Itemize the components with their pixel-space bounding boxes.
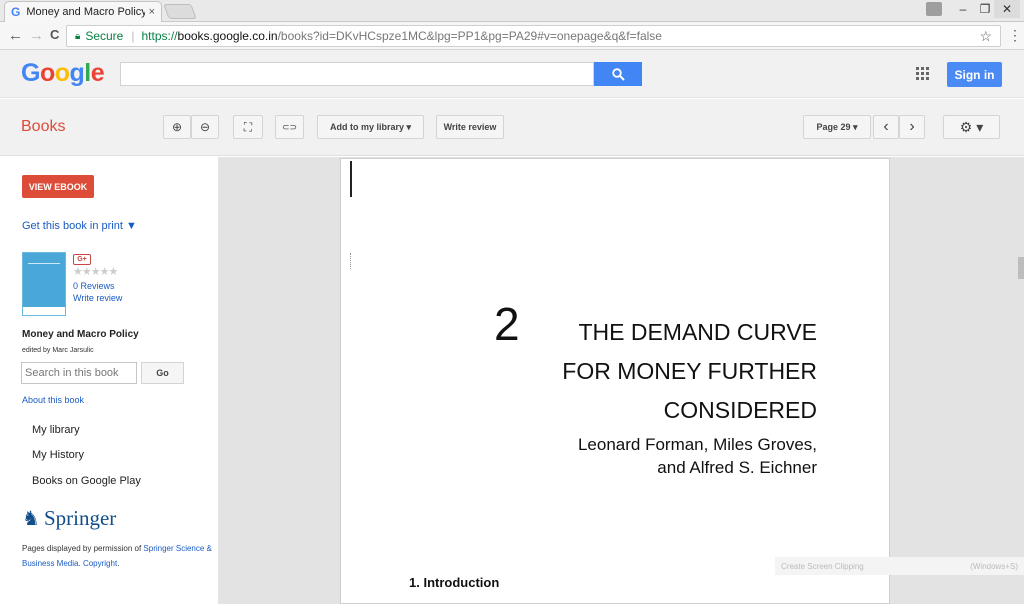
springer-logo[interactable]: ♞ Springer <box>22 506 116 531</box>
browser-tab[interactable]: G Money and Macro Policy × <box>4 1 162 22</box>
search-input[interactable] <box>120 62 594 86</box>
reviews-link[interactable]: 0 Reviews <box>73 281 115 291</box>
tab-title: Money and Macro Policy <box>26 6 145 18</box>
about-this-book-link[interactable]: About this book <box>22 395 84 405</box>
page-select[interactable]: Page 29 ▾ <box>803 115 871 139</box>
page-scan-mark <box>350 253 352 269</box>
books-title[interactable]: Books <box>21 118 65 136</box>
tab-close-icon[interactable]: × <box>149 6 155 18</box>
url-host: books.google.co.in <box>177 29 278 43</box>
prev-page-button[interactable]: ‹ <box>873 115 899 139</box>
link-button[interactable]: ⊂⊃ <box>275 115 304 139</box>
google-header: Google Sign in <box>0 50 1024 98</box>
url-path: /books?id=DKvHCspze1MC&lpg=PP1&pg=PA29#v… <box>277 29 662 43</box>
google-logo-letter: o <box>39 59 55 87</box>
book-editor: edited by Marc Jarsulic <box>22 347 94 354</box>
settings-button[interactable]: ⚙ ▾ <box>943 115 1000 139</box>
chapter-title-line-1: THE DEMAND CURVE <box>578 319 817 345</box>
back-icon[interactable]: ← <box>8 27 23 44</box>
browser-tab-strip: G Money and Macro Policy × – ❐ ✕ <box>0 0 1024 22</box>
search-in-book-input[interactable]: Search in this book <box>21 362 137 384</box>
zoom-out-button[interactable]: ⊖ <box>191 115 219 139</box>
search-icon <box>611 67 625 81</box>
fullscreen-button[interactable]: ⛶ <box>233 115 263 139</box>
url-protocol: https:// <box>141 29 178 43</box>
search-go-button[interactable]: Go <box>141 362 184 384</box>
google-logo[interactable]: Google <box>21 59 105 88</box>
book-reader[interactable]: 2 THE DEMAND CURVE FOR MONEY FURTHER CON… <box>218 157 1024 604</box>
section-heading: 1. Introduction <box>409 575 500 590</box>
authors-line-2: and Alfred S. Eichner <box>657 458 817 477</box>
bookmark-star-icon[interactable]: ☆ <box>979 28 992 45</box>
sign-in-button[interactable]: Sign in <box>947 62 1002 87</box>
view-ebook-button[interactable]: VIEW EBOOK <box>22 175 94 198</box>
get-book-in-print-link[interactable]: Get this book in print ▼ <box>22 220 137 232</box>
chapter-title-line-2: FOR MONEY FURTHER <box>562 358 817 384</box>
lock-icon: 🔒︎ <box>75 30 81 42</box>
reload-icon[interactable]: C <box>50 27 59 42</box>
authors-line-1: Leonard Forman, Miles Groves, <box>577 435 817 454</box>
google-logo-letter: g <box>69 59 85 87</box>
book-sidebar: VIEW EBOOK Get this book in print ▼ G+ ★… <box>0 157 218 604</box>
zoom-in-button[interactable]: ⊕ <box>163 115 191 139</box>
google-logo-letter: o <box>54 59 70 87</box>
browser-menu-icon[interactable]: ⋮ <box>1008 27 1022 44</box>
chapter-title-line-3: CONSIDERED <box>663 397 817 423</box>
close-window-button[interactable]: ✕ <box>994 0 1020 18</box>
copyright-link[interactable]: Copyright <box>83 559 117 568</box>
book-title: Money and Macro Policy <box>22 329 139 340</box>
rating-stars[interactable]: ★★★★★ <box>73 265 118 278</box>
google-logo-letter: e <box>90 59 105 87</box>
book-page: 2 THE DEMAND CURVE FOR MONEY FURTHER CON… <box>340 158 890 604</box>
permission-notice: Pages displayed by permission of Springe… <box>22 544 212 568</box>
secure-label: Secure <box>85 29 124 43</box>
write-review-link[interactable]: Write review <box>73 293 122 303</box>
reader-scrollbar[interactable] <box>1018 257 1024 279</box>
next-page-button[interactable]: › <box>899 115 925 139</box>
google-favicon-icon: G <box>11 5 21 19</box>
search-button[interactable] <box>594 62 642 86</box>
forward-icon[interactable]: → <box>29 27 44 44</box>
profile-icon[interactable] <box>926 2 942 16</box>
book-cover-thumbnail[interactable] <box>22 252 66 316</box>
chapter-number: 2 <box>494 298 520 350</box>
books-toolbar: Books ⊕ ⊖ ⛶ ⊂⊃ Add to my library ▾ Write… <box>0 99 1024 156</box>
springer-horse-icon: ♞ <box>22 508 40 530</box>
my-history-link[interactable]: My History <box>32 449 84 461</box>
clipping-shortcut: (Windows+S) <box>970 561 1018 571</box>
add-to-library-button[interactable]: Add to my library ▾ <box>317 115 424 139</box>
url-separator: | <box>131 29 135 43</box>
write-review-button[interactable]: Write review <box>436 115 504 139</box>
books-on-google-play-link[interactable]: Books on Google Play <box>32 475 141 487</box>
apps-grid-icon[interactable] <box>916 67 929 80</box>
google-plus-button[interactable]: G+ <box>73 254 91 265</box>
clipping-label: Create Screen Clipping <box>781 561 864 571</box>
my-library-link[interactable]: My library <box>32 424 80 436</box>
screen-clipping-hint: Create Screen Clipping (Windows+S) <box>775 557 1024 575</box>
page-margin-mark <box>350 161 352 197</box>
url-field[interactable]: 🔒︎ Secure | https:// books.google.co.in … <box>66 25 1001 47</box>
google-logo-letter: G <box>21 59 40 87</box>
address-bar: ← → C 🔒︎ Secure | https:// books.google.… <box>0 22 1024 50</box>
publisher-name: Springer <box>43 506 117 530</box>
new-tab-button[interactable] <box>163 4 197 19</box>
